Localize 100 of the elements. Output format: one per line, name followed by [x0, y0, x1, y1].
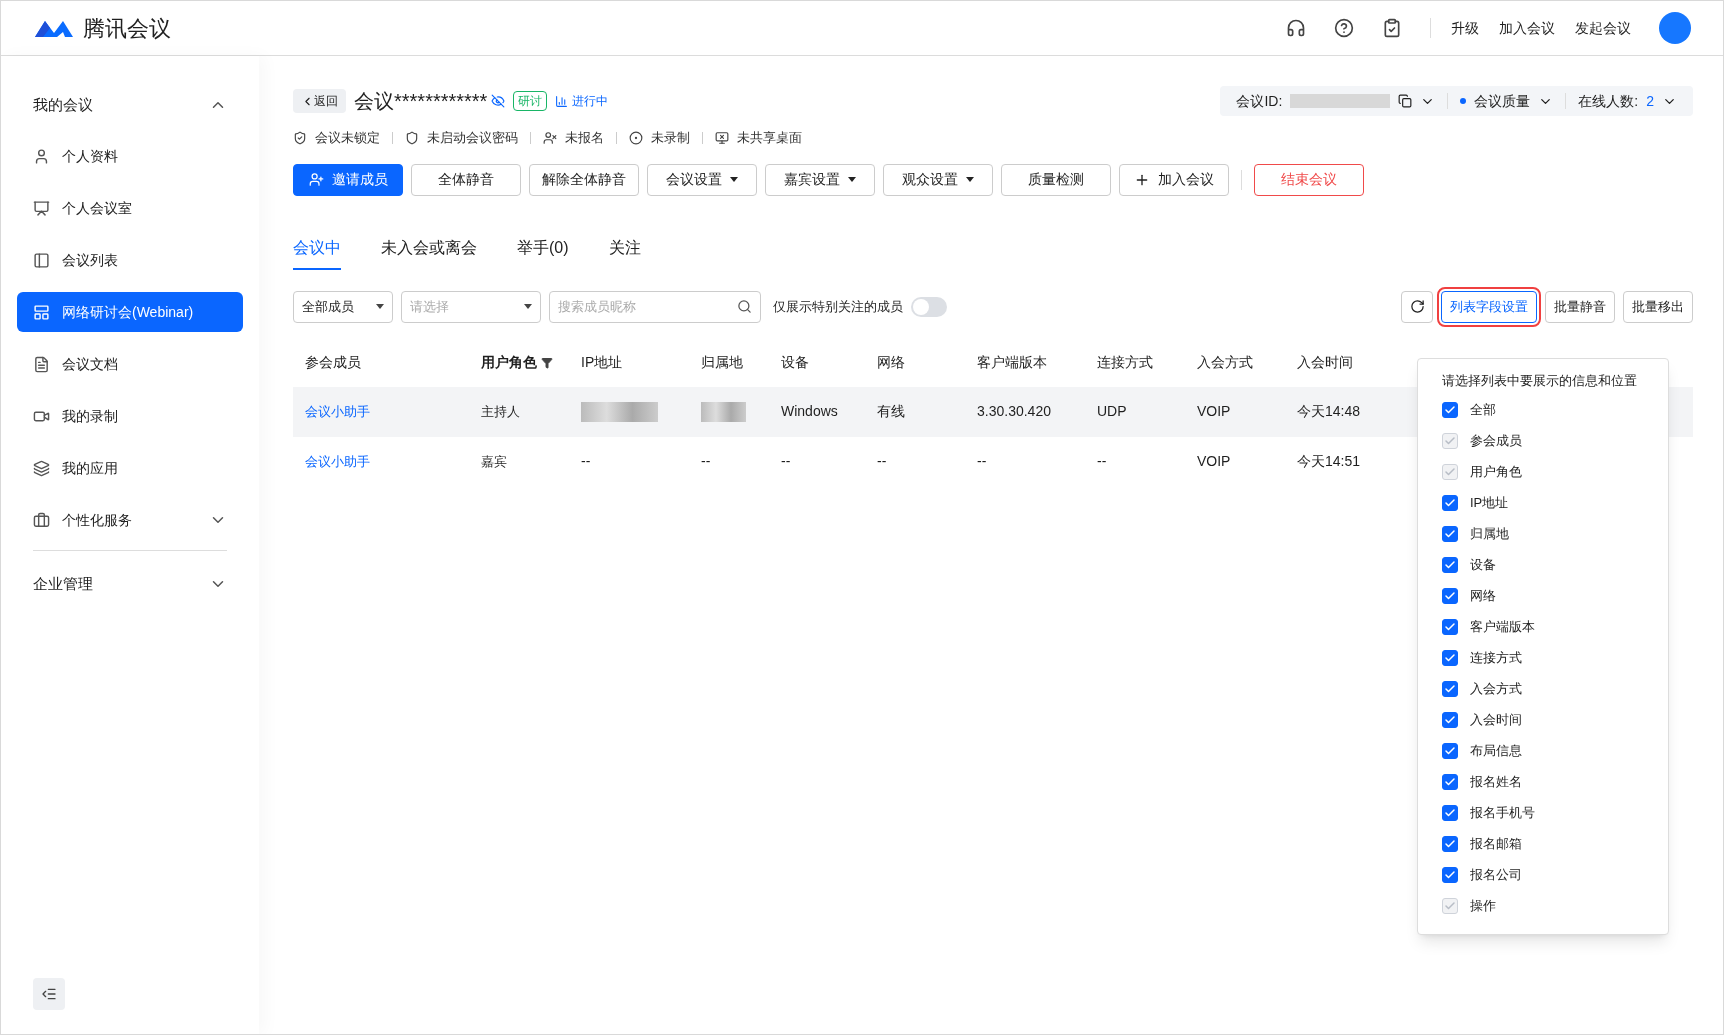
column-header: 入会时间 — [1297, 353, 1353, 372]
table-cell: 主持人 — [481, 404, 520, 419]
table-cell: -- — [977, 453, 987, 469]
sidebar-item[interactable]: 个性化服务 — [17, 500, 243, 540]
column-header: 设备 — [781, 353, 809, 372]
checkbox[interactable] — [1442, 805, 1458, 821]
document-icon — [33, 355, 50, 373]
quality-label[interactable]: 会议质量 — [1474, 90, 1531, 112]
table-cell: VOIP — [1197, 453, 1231, 469]
dropdown-button[interactable]: 嘉宾设置 — [765, 163, 875, 196]
checkbox-label: 客户端版本 — [1470, 618, 1535, 637]
sidebar-item[interactable]: 我的应用 — [17, 448, 243, 488]
tab[interactable]: 关注 — [608, 235, 641, 270]
checkbox[interactable] — [1442, 836, 1458, 852]
check-icon — [1444, 652, 1456, 664]
checkbox[interactable] — [1442, 681, 1458, 697]
status-label: 未共享桌面 — [737, 129, 802, 147]
checkbox[interactable] — [1442, 557, 1458, 573]
sidebar-item[interactable]: 会议列表 — [17, 240, 243, 280]
toggle-switch[interactable] — [911, 296, 947, 317]
person-icon — [33, 147, 50, 165]
checkbox-label: IP地址 — [1470, 494, 1509, 513]
checkbox[interactable] — [1442, 650, 1458, 666]
tab[interactable]: 未入会或离会 — [381, 235, 477, 270]
caret-icon — [524, 304, 532, 309]
back-button[interactable]: 返回 — [293, 89, 346, 113]
list-icon — [33, 251, 50, 269]
join-button[interactable]: 加入会议 — [1119, 163, 1229, 196]
collapse-button[interactable] — [33, 978, 65, 1010]
dropdown-button[interactable]: 观众设置 — [883, 163, 993, 196]
caret-icon — [376, 304, 384, 309]
check-icon — [1444, 466, 1456, 478]
action-button[interactable]: 解除全体静音 — [529, 163, 639, 196]
tab[interactable]: 举手(0) — [517, 235, 569, 270]
checkbox-label: 报名手机号 — [1470, 804, 1535, 823]
status-label: 会议未锁定 — [315, 129, 380, 147]
checkbox[interactable] — [1442, 774, 1458, 790]
screen-icon — [715, 130, 729, 145]
action-button[interactable]: 全体静音 — [411, 163, 521, 196]
filter-icon[interactable] — [541, 356, 553, 369]
checkbox[interactable] — [1442, 867, 1458, 883]
checkbox-label: 网络 — [1470, 587, 1496, 606]
section-header[interactable]: 企业管理 — [33, 559, 227, 609]
column-header: 入会方式 — [1197, 353, 1253, 372]
checkbox[interactable] — [1442, 588, 1458, 604]
sidebar-item[interactable]: 我的录制 — [17, 396, 243, 436]
dropdown-button[interactable]: 会议设置 — [647, 163, 757, 196]
list-button[interactable]: 批量移出 — [1623, 290, 1693, 323]
bag-icon — [33, 511, 50, 529]
caret-icon — [730, 177, 738, 182]
search-field[interactable]: 搜索成员昵称 — [549, 290, 761, 323]
checkbox-label: 操作 — [1470, 897, 1496, 916]
meeting-id-label: 会议ID: — [1236, 91, 1283, 111]
caret-icon — [966, 177, 974, 182]
check-icon — [1444, 807, 1456, 819]
monitor-icon — [33, 199, 50, 217]
checkbox[interactable] — [1442, 619, 1458, 635]
sidebar-item[interactable]: 个人资料 — [17, 136, 243, 176]
clipboard-icon[interactable] — [1382, 18, 1402, 38]
layers-icon — [33, 459, 50, 477]
person-icon — [543, 130, 557, 145]
check-icon — [1444, 714, 1456, 726]
online-count: 2 — [1646, 91, 1654, 111]
end-meeting-button[interactable]: 结束会议 — [1254, 163, 1364, 196]
member-link[interactable]: 会议小助手 — [305, 454, 370, 469]
list-button[interactable]: 批量静音 — [1545, 290, 1615, 323]
refresh-button[interactable] — [1401, 290, 1433, 323]
brand-name: 腾讯会议 — [83, 14, 171, 43]
check-icon — [1444, 559, 1456, 571]
headset-icon[interactable] — [1286, 18, 1306, 38]
checkbox[interactable] — [1442, 526, 1458, 542]
checkbox-label: 布局信息 — [1470, 742, 1522, 761]
eye-off-icon[interactable] — [491, 94, 506, 108]
checkbox[interactable] — [1442, 402, 1458, 418]
status-label: 未启动会议密码 — [427, 129, 518, 147]
header-link[interactable]: 加入会议 — [1499, 17, 1555, 39]
invite-button[interactable]: 邀请成员 — [293, 163, 403, 196]
search-input[interactable]: 搜索成员昵称 — [558, 296, 737, 317]
tab[interactable]: 会议中 — [293, 235, 341, 270]
header-link[interactable]: 发起会议 — [1575, 17, 1631, 39]
checkbox[interactable] — [1442, 495, 1458, 511]
checkbox[interactable] — [1442, 712, 1458, 728]
section-header[interactable]: 我的会议 — [17, 80, 243, 130]
check-icon — [1444, 590, 1456, 602]
column-header: 归属地 — [701, 353, 743, 372]
avatar[interactable] — [1659, 12, 1691, 44]
checkbox-label: 报名公司 — [1470, 866, 1522, 885]
checkbox[interactable] — [1442, 743, 1458, 759]
sidebar-item[interactable]: 网络研讨会(Webinar) — [17, 292, 243, 332]
action-button[interactable]: 质量检测 — [1001, 163, 1111, 196]
copy-icon[interactable] — [1398, 94, 1413, 108]
table-cell: 有线 — [877, 403, 905, 419]
help-icon[interactable] — [1334, 18, 1354, 38]
member-link[interactable]: 会议小助手 — [305, 404, 370, 419]
checkbox-label: 用户角色 — [1470, 463, 1522, 482]
sidebar-item[interactable]: 会议文档 — [17, 344, 243, 384]
header-link[interactable]: 升级 — [1451, 17, 1479, 39]
sidebar-item[interactable]: 个人会议室 — [17, 188, 243, 228]
member-select[interactable]: 全部成员 — [293, 290, 393, 323]
column-header: 连接方式 — [1097, 353, 1153, 372]
